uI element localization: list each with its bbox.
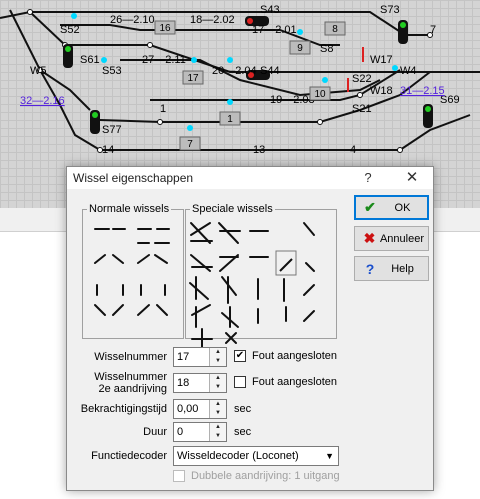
svg-text:10: 10 xyxy=(314,89,326,100)
duration-unit: sec xyxy=(234,426,252,438)
track-label-r18: 18—2.02 xyxy=(190,14,235,26)
track-label-t1: 1 xyxy=(160,103,166,115)
wrong-connected-label-1: Fout aangesloten xyxy=(252,350,338,362)
selected-switch-highlight xyxy=(275,250,297,276)
track-label-w18: W18 xyxy=(370,85,393,97)
track-label-r27: 27—2.11 xyxy=(142,54,186,66)
power-time-label: Bekrachtigingstijd xyxy=(80,403,167,415)
track-label-s77: S77 xyxy=(102,124,122,136)
duration-label: Duur xyxy=(143,426,167,438)
normal-switches-legend: Normale wissels xyxy=(89,203,170,215)
duration-value: 0 xyxy=(177,426,184,438)
track-label-s44: S44 xyxy=(260,65,280,77)
second-drive-label-line1: Wisselnummer xyxy=(94,371,167,383)
track-label-t7: 7 xyxy=(430,24,436,36)
duration-spinner[interactable]: 0 ▲ ▼ xyxy=(173,422,227,442)
track-label-r26: 26—2.10 xyxy=(110,14,155,26)
decoder-select[interactable]: Wisseldecoder (Loconet) ▼ xyxy=(173,446,339,466)
track-block-b9[interactable]: 9 xyxy=(289,40,311,55)
track-label-t4: 4 xyxy=(350,144,356,156)
cancel-button[interactable]: ✖ Annuleer xyxy=(354,226,429,251)
track-block-b16[interactable]: 16 xyxy=(154,20,176,35)
track-label-t13: 13 xyxy=(253,144,265,156)
wrong-connected-label-2: Fout aangesloten xyxy=(252,376,338,388)
track-block-b1[interactable]: 1 xyxy=(219,111,241,126)
track-label-r17: 17—2.01 xyxy=(252,24,297,36)
titlebar-close-button[interactable]: ✕ xyxy=(401,169,423,187)
dialog-titlebar[interactable]: Wissel eigenschappen ? ✕ xyxy=(67,167,433,189)
duration-arrows[interactable]: ▲ ▼ xyxy=(209,423,226,441)
cross-icon: ✖ xyxy=(363,230,376,246)
special-switches-palette[interactable] xyxy=(186,215,338,351)
track-label-r20: 20—2.04 xyxy=(212,65,257,77)
switch-number-spinner[interactable]: 17 ▲ ▼ xyxy=(173,347,227,367)
track-label-r19: 19—2.03 xyxy=(270,94,315,106)
help-button-label: Help xyxy=(391,262,414,275)
special-switches-group: Speciale wissels xyxy=(185,203,337,350)
track-link-l32[interactable]: 32—2.16 xyxy=(20,95,65,107)
track-label-s21: S21 xyxy=(352,103,372,115)
decoder-value: Wisseldecoder (Loconet) xyxy=(177,450,299,462)
double-drive-checkbox[interactable]: Dubbele aandrijving: 1 uitgang xyxy=(173,470,340,482)
track-block-b7[interactable]: 7 xyxy=(179,136,201,151)
second-drive-spinner[interactable]: 18 ▲ ▼ xyxy=(173,373,227,393)
track-block-b17[interactable]: 17 xyxy=(182,70,204,85)
track-label-s73: S73 xyxy=(380,4,400,16)
switch-number-label: Wisselnummer xyxy=(94,351,167,363)
svg-text:16: 16 xyxy=(159,23,171,34)
second-drive-value: 18 xyxy=(177,377,190,389)
checkbox-disabled-icon xyxy=(173,470,185,482)
track-label-w17: W17 xyxy=(370,54,393,66)
normal-switches-group: Normale wissels xyxy=(82,203,184,339)
second-drive-arrows[interactable]: ▲ ▼ xyxy=(209,374,226,392)
second-drive-label-line2: 2e aandrijving xyxy=(98,383,168,395)
switch-number-value: 17 xyxy=(177,351,190,363)
track-label-w5: W5 xyxy=(30,65,47,77)
cancel-button-label: Annuleer xyxy=(379,232,424,245)
power-time-unit: sec xyxy=(234,403,252,415)
chevron-down-icon: ▼ xyxy=(325,451,334,461)
special-switches-legend: Speciale wissels xyxy=(192,203,273,215)
track-label-s8: S8 xyxy=(320,43,333,55)
question-icon: ? xyxy=(365,260,375,277)
track-label-s52: S52 xyxy=(60,24,80,36)
switch-number-arrows[interactable]: ▲ ▼ xyxy=(209,348,226,366)
svg-text:9: 9 xyxy=(297,43,303,54)
track-block-b8[interactable]: 8 xyxy=(324,21,346,36)
track-label-t14: 14 xyxy=(102,144,114,156)
titlebar-help-button[interactable]: ? xyxy=(357,169,379,187)
power-time-value: 0,00 xyxy=(177,403,199,415)
svg-text:17: 17 xyxy=(187,73,199,84)
decoder-label: Functiedecoder xyxy=(91,450,167,462)
power-time-arrows[interactable]: ▲ ▼ xyxy=(209,400,226,418)
ok-button[interactable]: ✔ OK xyxy=(354,195,429,220)
power-time-spinner[interactable]: 0,00 ▲ ▼ xyxy=(173,399,227,419)
dialog-title: Wissel eigenschappen xyxy=(73,171,194,185)
track-label-s22: S22 xyxy=(352,73,372,85)
track-label-s61: S61 xyxy=(80,54,100,66)
wrong-connected-checkbox-1[interactable]: ✔ Fout aangesloten xyxy=(234,350,337,362)
check-icon: ✔ xyxy=(364,199,376,215)
wrong-connected-checkbox-2[interactable]: Fout aangesloten xyxy=(234,376,337,388)
track-label-s43: S43 xyxy=(260,4,280,16)
svg-text:7: 7 xyxy=(187,139,193,150)
help-button[interactable]: ? Help xyxy=(354,256,429,281)
track-label-w4: W4 xyxy=(400,65,417,77)
svg-text:1: 1 xyxy=(227,114,233,125)
ok-button-label: OK xyxy=(394,201,411,214)
checkbox-unchecked-icon xyxy=(234,376,246,388)
checkbox-checked-icon: ✔ xyxy=(234,350,246,362)
switch-properties-dialog: Wissel eigenschappen ? ✕ Normale wissels… xyxy=(66,166,434,491)
double-drive-label: Dubbele aandrijving: 1 uitgang xyxy=(191,470,340,482)
track-link-l31[interactable]: 31—2.15 xyxy=(400,85,445,97)
track-block-b10[interactable]: 10 xyxy=(309,86,331,101)
svg-text:8: 8 xyxy=(332,24,338,35)
normal-switches-palette[interactable] xyxy=(83,215,185,351)
track-label-s53: S53 xyxy=(102,65,122,77)
